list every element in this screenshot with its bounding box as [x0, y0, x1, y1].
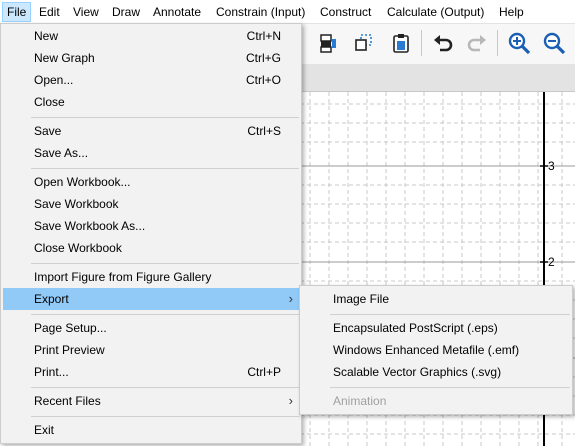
- menu-item-shortcut: Ctrl+G: [245, 51, 281, 65]
- menu-separator: [31, 168, 299, 169]
- zoom-in-icon[interactable]: [505, 29, 533, 57]
- menu-file[interactable]: File: [2, 2, 32, 22]
- menu-item-label: Save As...: [34, 146, 89, 160]
- menu-help[interactable]: Help: [495, 2, 528, 22]
- menu-item-shortcut: Ctrl+O: [245, 73, 281, 87]
- y-tick-label: 3: [548, 159, 555, 173]
- menu-separator: [330, 314, 570, 315]
- menu-item-label: Scalable Vector Graphics (.svg): [333, 365, 502, 379]
- menu-item-recent-files[interactable]: Recent Files ›: [3, 390, 299, 412]
- menu-item-label: Export: [34, 292, 69, 306]
- y-tick-label: 2: [548, 255, 555, 269]
- menu-item-save[interactable]: Save Ctrl+S: [3, 120, 299, 142]
- copy-icon[interactable]: [350, 29, 378, 57]
- menu-item-close-workbook[interactable]: Close Workbook: [3, 237, 299, 259]
- menu-item-label: Animation: [333, 394, 387, 408]
- menu-item-save-workbook-as[interactable]: Save Workbook As...: [3, 215, 299, 237]
- menu-item-open[interactable]: Open... Ctrl+O: [3, 69, 299, 91]
- menu-view[interactable]: View: [69, 2, 103, 22]
- menu-item-label: Recent Files: [34, 394, 101, 408]
- menu-separator: [31, 387, 299, 388]
- menu-item-label: New Graph: [34, 51, 95, 65]
- menu-separator: [31, 416, 299, 417]
- menu-item-label: Close Workbook: [34, 241, 122, 255]
- menu-item-save-workbook[interactable]: Save Workbook: [3, 193, 299, 215]
- menu-construct[interactable]: Construct: [316, 2, 375, 22]
- menu-item-label: Print Preview: [34, 343, 105, 357]
- menu-item-label: Windows Enhanced Metafile (.emf): [333, 343, 520, 357]
- menu-separator: [31, 263, 299, 264]
- paste-icon[interactable]: [387, 29, 415, 57]
- menu-item-shortcut: Ctrl+N: [246, 29, 281, 43]
- menu-item-label: Close: [34, 95, 65, 109]
- submenu-arrow-icon: ›: [288, 291, 293, 306]
- toolbar-separator: [497, 30, 498, 56]
- menu-item-label: Image File: [333, 292, 390, 306]
- export-submenu: Image File Encapsulated PostScript (.eps…: [299, 285, 573, 415]
- menu-item-page-setup[interactable]: Page Setup...: [3, 317, 299, 339]
- menu-annotate[interactable]: Annotate: [149, 2, 205, 22]
- menu-item-print[interactable]: Print... Ctrl+P: [3, 361, 299, 383]
- menu-item-print-preview[interactable]: Print Preview: [3, 339, 299, 361]
- menu-item-svg[interactable]: Scalable Vector Graphics (.svg): [302, 361, 570, 383]
- menu-edit[interactable]: Edit: [35, 2, 64, 22]
- menu-item-emf[interactable]: Windows Enhanced Metafile (.emf): [302, 339, 570, 361]
- file-menu: New Ctrl+N New Graph Ctrl+G Open... Ctrl…: [0, 23, 302, 444]
- menu-separator: [330, 387, 570, 388]
- undo-icon[interactable]: [429, 29, 457, 57]
- submenu-arrow-icon: ›: [288, 393, 293, 408]
- menu-item-export[interactable]: Export ›: [3, 288, 299, 310]
- redo-icon[interactable]: [463, 29, 491, 57]
- cut-icon[interactable]: [314, 29, 342, 57]
- menu-item-shortcut: Ctrl+S: [247, 124, 281, 138]
- menu-item-label: Open...: [34, 73, 74, 87]
- menu-item-label: Exit: [34, 423, 55, 437]
- menu-item-eps[interactable]: Encapsulated PostScript (.eps): [302, 317, 570, 339]
- menu-item-label: Print...: [34, 365, 69, 379]
- toolbar-separator: [421, 30, 422, 56]
- menu-item-label: Page Setup...: [34, 321, 107, 335]
- menu-item-close[interactable]: Close: [3, 91, 299, 113]
- menu-draw[interactable]: Draw: [108, 2, 144, 22]
- menu-item-open-workbook[interactable]: Open Workbook...: [3, 171, 299, 193]
- menu-item-image-file[interactable]: Image File: [302, 288, 570, 310]
- menu-separator: [31, 314, 299, 315]
- menu-item-label: Encapsulated PostScript (.eps): [333, 321, 498, 335]
- menu-item-new[interactable]: New Ctrl+N: [3, 25, 299, 47]
- menu-item-label: Open Workbook...: [34, 175, 131, 189]
- menu-item-label: Import Figure from Figure Gallery: [34, 270, 212, 284]
- menu-item-import-figure[interactable]: Import Figure from Figure Gallery: [3, 266, 299, 288]
- menu-separator: [31, 117, 299, 118]
- menu-item-label: Save Workbook: [34, 197, 119, 211]
- menu-item-label: Save Workbook As...: [34, 219, 146, 233]
- menu-calculate[interactable]: Calculate (Output): [383, 2, 488, 22]
- zoom-out-icon[interactable]: [540, 29, 568, 57]
- menu-item-shortcut: Ctrl+P: [247, 365, 281, 379]
- menu-item-save-as[interactable]: Save As...: [3, 142, 299, 164]
- menu-item-label: Save: [34, 124, 62, 138]
- menubar: File Edit View Draw Annotate Constrain (…: [0, 0, 575, 24]
- menu-constrain[interactable]: Constrain (Input): [212, 2, 309, 22]
- menu-item-label: New: [34, 29, 59, 43]
- menu-item-exit[interactable]: Exit: [3, 419, 299, 441]
- menu-item-animation: Animation: [302, 390, 570, 412]
- menu-item-new-graph[interactable]: New Graph Ctrl+G: [3, 47, 299, 69]
